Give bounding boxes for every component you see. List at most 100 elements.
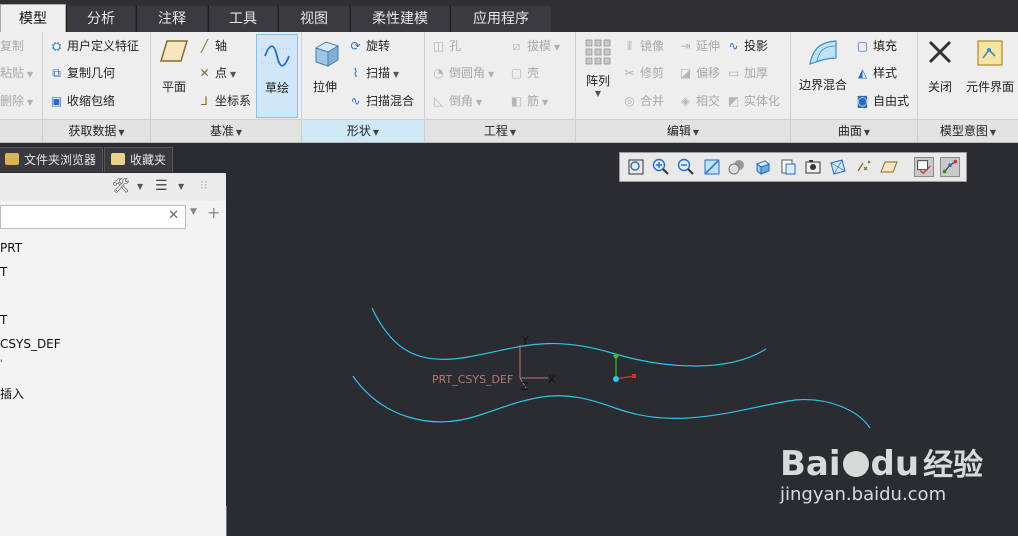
chevron-down-icon[interactable]: ▼ — [178, 182, 184, 191]
tree-item-insert-here[interactable]: 插入 — [0, 385, 24, 402]
group-label-shapes[interactable]: 形状 ▼ — [302, 119, 424, 142]
hole-button[interactable]: ◫ 孔 — [431, 36, 461, 56]
chevron-down-icon: ▼ — [476, 98, 483, 107]
fill-icon: ▢ — [856, 39, 869, 53]
user-defined-feature-button[interactable]: ⛭ 用户定义特征 — [49, 36, 139, 56]
revolve-button[interactable]: ⟳ 旋转 — [348, 36, 390, 56]
tab-folder-browser[interactable]: 文件夹浏览器 — [0, 147, 104, 172]
group-get-data: ⛭ 用户定义特征 ⧉ 复制几何 ▣ 收缩包络 获取数据 ▼ — [43, 32, 151, 142]
group-surfaces: 边界混合 ▢ 填充 ◭ 样式 ◙ 自由式 曲面 ▼ — [791, 32, 918, 142]
watermark-url: jingyan.baidu.com — [780, 484, 947, 505]
tree-item[interactable]: T — [0, 313, 7, 327]
chevron-down-icon: ▼ — [554, 43, 561, 52]
sketch-button[interactable]: 草绘 — [256, 34, 298, 118]
shell-button[interactable]: ▢ 壳 — [509, 63, 539, 83]
close-button[interactable]: 关闭 — [920, 38, 960, 98]
pattern-label: 阵列 — [585, 74, 610, 88]
axis-button[interactable]: ╱ 轴 — [197, 36, 227, 56]
swept-blend-button[interactable]: ∿ 扫描混合 — [348, 91, 414, 111]
chevron-down-icon[interactable]: ▼ — [137, 182, 143, 191]
group-label-surfaces[interactable]: 曲面 ▼ — [791, 119, 917, 142]
clear-icon[interactable]: ✕ — [168, 208, 179, 223]
chamfer-button[interactable]: ◺ 倒角 ▼ — [431, 91, 482, 111]
delete-button[interactable]: 删除 ▼ — [0, 91, 33, 111]
sketch-curve-lower[interactable] — [352, 375, 871, 429]
rib-button[interactable]: ◧ 筋 ▼ — [509, 91, 548, 111]
boundary-blend-button[interactable]: 边界混合 — [795, 38, 851, 98]
group-label-get-data[interactable]: 获取数据 ▼ — [43, 119, 150, 142]
chevron-down-icon: ▼ — [509, 128, 517, 137]
project-button[interactable]: ∿ 投影 — [726, 36, 768, 56]
point-button[interactable]: ✕ 点 ▼ — [197, 63, 236, 83]
copy-button[interactable]: 复制 — [0, 36, 24, 56]
chevron-down-icon: ▼ — [118, 128, 125, 137]
round-button[interactable]: ◔ 倒圆角 ▼ — [431, 63, 494, 83]
tree-item-part[interactable]: PRT — [0, 241, 22, 255]
tab-model[interactable]: 模型 — [0, 4, 66, 33]
component-interface-button[interactable]: 元件界面 — [962, 38, 1018, 98]
tab-favorites[interactable]: 收藏夹 — [104, 147, 174, 172]
settings-icon[interactable]: ⁝⁝ — [200, 178, 208, 192]
tab-flexible-modeling[interactable]: 柔性建模 — [350, 6, 449, 32]
draft-button[interactable]: ⧄ 拔模 ▼ — [509, 36, 561, 56]
boundary-blend-label: 边界混合 — [798, 78, 847, 92]
merge-icon: ◎ — [624, 94, 635, 108]
tab-applications[interactable]: 应用程序 — [450, 6, 551, 32]
tree-item[interactable]: T — [0, 265, 7, 279]
component-interface-label: 元件界面 — [965, 80, 1014, 94]
component-interface-icon — [977, 40, 1003, 66]
sketch-curve-upper[interactable] — [371, 307, 767, 367]
chevron-down-icon: ▼ — [27, 70, 34, 79]
group-label-datum[interactable]: 基准 ▼ — [151, 119, 301, 142]
navigator-tabs: 文件夹浏览器 收藏夹 — [0, 145, 232, 173]
extend-button[interactable]: ⇥ 延伸 — [678, 36, 720, 56]
show-icon[interactable]: ☰ — [155, 178, 168, 194]
ribbon-tab-bar: 模型 分析 注释 工具 视图 柔性建模 应用程序 — [0, 0, 1018, 33]
sweep-icon: ⌇ — [352, 66, 359, 80]
group-clipboard: 复制 粘贴 ▼ 删除 ▼ — [0, 32, 43, 142]
model-tree-search-input[interactable]: ✕ — [0, 205, 186, 229]
axis-label-y: Y — [522, 334, 529, 347]
extrude-label: 拉伸 — [312, 80, 337, 94]
solidify-button[interactable]: ◩ 实体化 — [726, 91, 780, 111]
tab-view[interactable]: 视图 — [278, 6, 349, 32]
trim-button[interactable]: ✂ 修剪 — [622, 63, 664, 83]
plane-button[interactable]: 平面 — [155, 38, 193, 98]
navigator-panel: 文件夹浏览器 收藏夹 🛠 ▼ ☰ ▼ ⁝⁝ ✕ ▼ + PRT T T CSYS… — [0, 143, 232, 536]
style-button[interactable]: ◭ 样式 — [855, 63, 897, 83]
sweep-button[interactable]: ⌇ 扫描 ▼ — [348, 63, 400, 83]
tab-tools[interactable]: 工具 — [208, 6, 277, 32]
paste-button[interactable]: 粘贴 ▼ — [0, 63, 33, 83]
draft-icon: ⧄ — [512, 39, 521, 53]
shrinkwrap-button[interactable]: ▣ 收缩包络 — [49, 91, 115, 111]
copy-geometry-button[interactable]: ⧉ 复制几何 — [49, 63, 115, 83]
pattern-button[interactable]: 阵列 ▼ — [580, 38, 616, 110]
revolve-icon: ⟳ — [350, 39, 361, 53]
sketch-icon — [262, 45, 292, 67]
offset-button[interactable]: ◪ 偏移 — [678, 63, 720, 83]
group-label-engineering[interactable]: 工程 ▼ — [425, 119, 575, 142]
sketch-origin-marker[interactable] — [613, 353, 636, 383]
tree-item-csys[interactable]: CSYS_DEF — [0, 337, 61, 351]
mirror-button[interactable]: ⫴ 镜像 — [622, 36, 664, 56]
tab-analysis[interactable]: 分析 — [66, 6, 135, 32]
tools-icon[interactable]: 🛠 — [112, 178, 130, 194]
csys-button[interactable]: ⅃ 坐标系 — [197, 91, 251, 111]
tab-annotate[interactable]: 注释 — [136, 6, 207, 32]
tree-item[interactable]: ' — [0, 359, 2, 369]
group-label-model-intent[interactable]: 模型意图 ▼ — [918, 119, 1018, 142]
freestyle-icon: ◙ — [856, 94, 869, 108]
baidu-jingyan-watermark: Bai du 经验 jingyan.baidu.com — [780, 444, 984, 505]
fill-button[interactable]: ▢ 填充 — [855, 36, 897, 56]
sketch-label: 草绘 — [264, 81, 289, 95]
chevron-down-icon: ▼ — [594, 89, 602, 98]
freestyle-button[interactable]: ◙ 自由式 — [855, 91, 909, 111]
thicken-button[interactable]: ▭ 加厚 — [726, 63, 768, 83]
extrude-button[interactable]: 拉伸 — [306, 38, 344, 98]
intersect-button[interactable]: ◈ 相交 — [678, 91, 720, 111]
merge-button[interactable]: ◎ 合并 — [622, 91, 664, 111]
add-icon[interactable]: + — [207, 203, 220, 222]
group-label-editing[interactable]: 编辑 ▼ — [576, 119, 790, 142]
chevron-down-icon[interactable]: ▼ — [190, 207, 197, 217]
close-icon — [928, 40, 952, 64]
